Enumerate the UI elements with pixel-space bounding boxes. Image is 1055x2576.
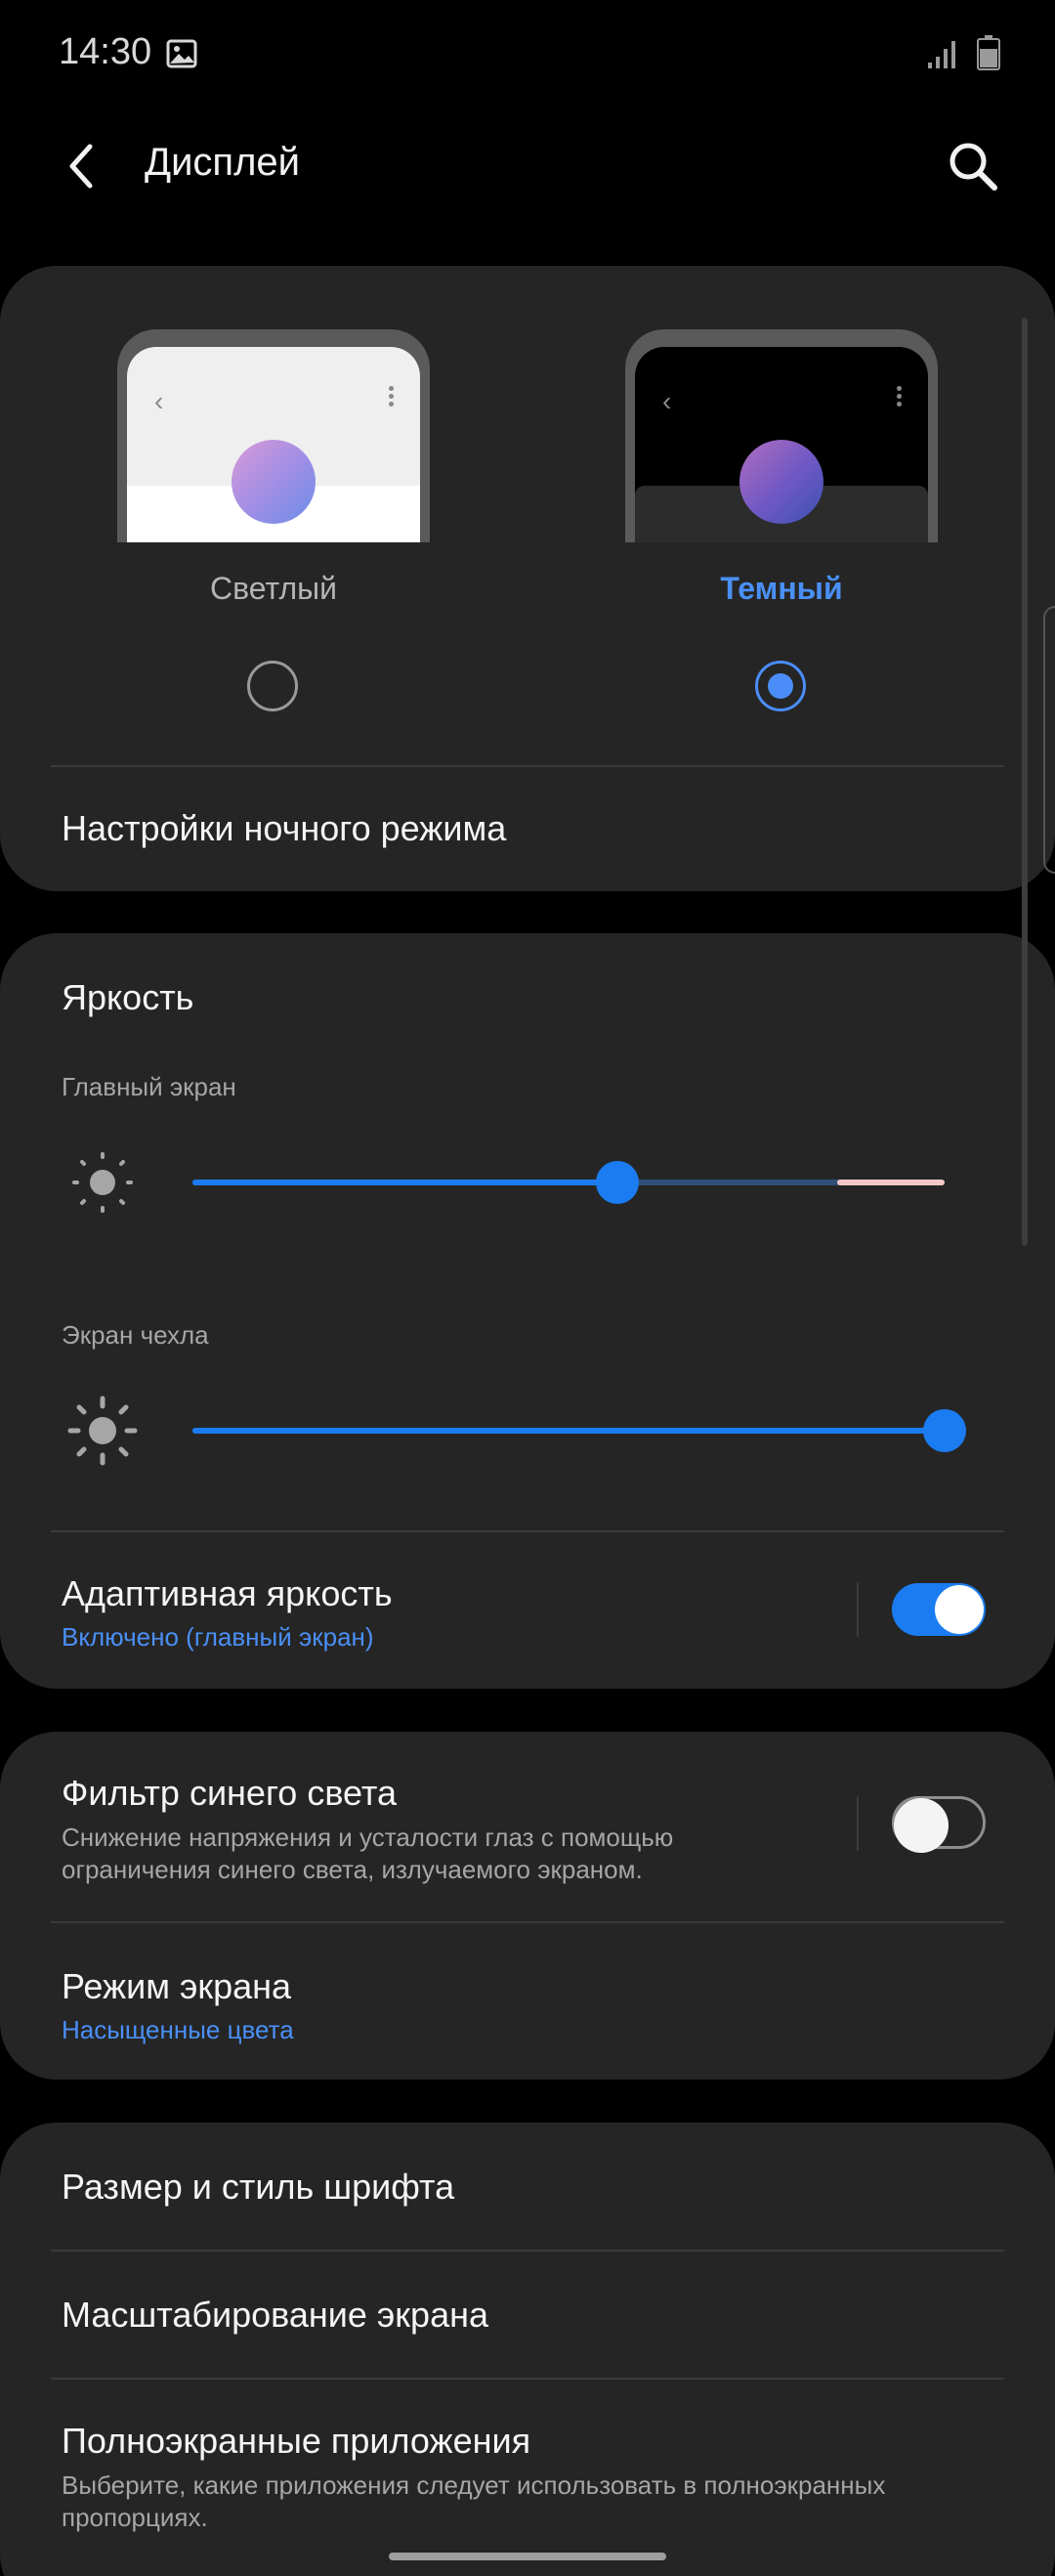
more-display-card: Размер и стиль шрифта Масштабирование эк… — [0, 2123, 1055, 2576]
cover-brightness-thumb[interactable] — [923, 1409, 966, 1452]
signal-icon — [926, 39, 959, 75]
divider — [51, 1921, 1004, 1923]
main-brightness-thumb[interactable] — [596, 1161, 639, 1204]
cover-brightness-slider[interactable] — [192, 1409, 966, 1452]
main-screen-label: Главный экран — [62, 1072, 236, 1101]
brightness-card: Яркость Главный экран Экран чехла Адапти… — [0, 933, 1055, 1689]
blue-light-filter-toggle[interactable] — [892, 1796, 986, 1853]
preview-more-icon — [897, 386, 903, 409]
home-indicator[interactable] — [389, 2553, 666, 2560]
brightness-low-icon — [68, 1148, 137, 1222]
back-button[interactable] — [55, 137, 113, 195]
separator — [857, 1796, 859, 1851]
fullscreen-apps-title[interactable]: Полноэкранные приложения — [62, 2421, 530, 2462]
app-bar: Дисплей — [0, 117, 1055, 215]
main-brightness-slider[interactable] — [192, 1161, 945, 1204]
page-title: Дисплей — [145, 141, 301, 184]
display-settings-screen: 14:30 Дисплей ‹ ‹ Светлый Темный Настрой… — [0, 0, 1055, 2576]
chevron-left-icon — [69, 144, 93, 189]
search-icon — [950, 143, 997, 191]
preview-back-icon: ‹ — [154, 386, 164, 416]
light-theme-radio[interactable] — [247, 661, 298, 711]
preview-orb — [232, 440, 316, 524]
blue-light-filter-title[interactable]: Фильтр синего света — [62, 1773, 397, 1814]
scrollbar[interactable] — [1022, 318, 1028, 1246]
brightness-title: Яркость — [62, 977, 194, 1017]
divider — [51, 2250, 1004, 2252]
edge-panel-handle[interactable] — [1043, 606, 1055, 874]
gallery-icon — [166, 39, 197, 73]
preview-back-icon: ‹ — [662, 386, 672, 416]
dark-theme-preview[interactable]: ‹ — [625, 329, 938, 542]
adaptive-brightness-title[interactable]: Адаптивная яркость — [62, 1573, 393, 1614]
divider — [51, 2378, 1004, 2380]
search-button[interactable] — [942, 135, 1004, 197]
adaptive-brightness-toggle[interactable] — [892, 1583, 986, 1636]
blue-light-filter-description: Снижение напряжения и усталости глаз с п… — [62, 1823, 674, 1884]
dark-theme-label: Темный — [720, 571, 843, 606]
battery-icon — [977, 35, 1000, 75]
status-bar: 14:30 — [0, 0, 1055, 107]
separator — [857, 1582, 859, 1637]
screen-mode-title[interactable]: Режим экрана — [62, 1966, 291, 2007]
adaptive-brightness-status: Включено (главный экран) — [62, 1622, 374, 1652]
preview-more-icon — [389, 386, 395, 409]
dark-theme-radio[interactable] — [755, 661, 806, 711]
font-size-style-item[interactable]: Размер и стиль шрифта — [62, 2167, 454, 2208]
theme-card: ‹ ‹ Светлый Темный Настройки ночного реж… — [0, 266, 1055, 891]
light-theme-preview[interactable]: ‹ — [117, 329, 430, 542]
fullscreen-apps-description: Выберите, какие приложения следует испол… — [62, 2470, 886, 2532]
light-theme-label: Светлый — [210, 571, 337, 606]
status-time: 14:30 — [59, 31, 152, 72]
divider — [51, 765, 1004, 767]
divider — [51, 1530, 1004, 1532]
display-options-card: Фильтр синего света Снижение напряжения … — [0, 1732, 1055, 2080]
screen-zoom-item[interactable]: Масштабирование экрана — [62, 2295, 488, 2336]
brightness-high-icon — [66, 1395, 139, 1472]
screen-mode-value: Насыщенные цвета — [62, 2015, 294, 2044]
cover-screen-label: Экран чехла — [62, 1320, 209, 1350]
preview-orb — [739, 440, 823, 524]
night-mode-settings-item[interactable]: Настройки ночного режима — [62, 808, 506, 849]
